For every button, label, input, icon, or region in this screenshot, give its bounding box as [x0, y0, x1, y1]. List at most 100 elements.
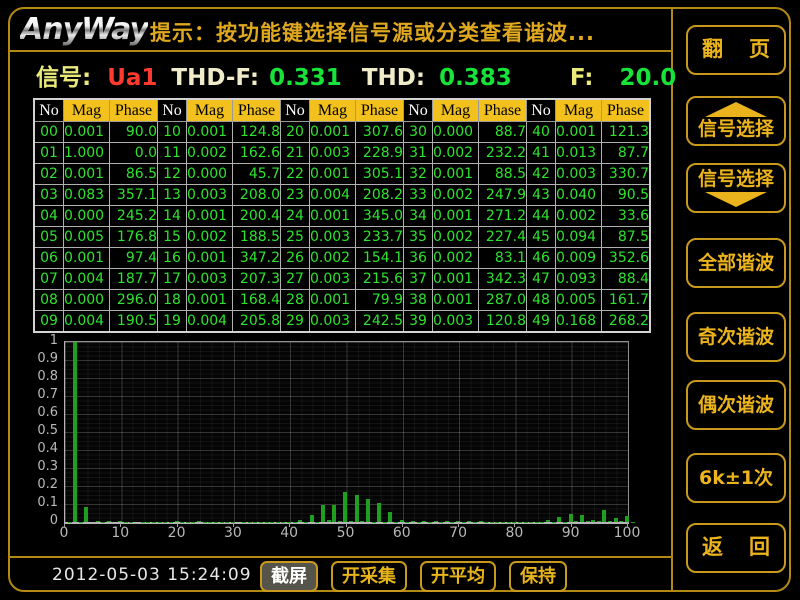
chart-bar [479, 521, 483, 522]
sidebar-button-signal-select-down[interactable]: 信号选择 [686, 163, 786, 213]
cell-phase: 97.4 [110, 248, 158, 269]
cell-mag: 0.001 [310, 122, 356, 143]
cell-mag: 0.013 [556, 143, 602, 164]
cell-mag: 0.094 [556, 227, 602, 248]
x-axis-tick-label: 90 [551, 525, 591, 541]
cell-phase: 90.0 [110, 122, 158, 143]
sidebar-button-even-harmonics[interactable]: 偶次谐波 [686, 380, 786, 430]
cell-harmonic-no: 39 [404, 311, 433, 333]
header-divider [9, 50, 672, 52]
cell-mag: 0.093 [556, 269, 602, 290]
button-label: 偶次谐波 [698, 395, 774, 416]
y-axis-tick-label: 0.1 [22, 495, 58, 510]
cell-mag: 0.001 [556, 122, 602, 143]
cell-harmonic-no: 09 [34, 311, 64, 333]
footer-button-start-capture[interactable]: 开采集 [331, 561, 407, 592]
chart-bar [586, 521, 590, 522]
cell-harmonic-no: 14 [158, 206, 187, 227]
cell-mag: 0.002 [556, 206, 602, 227]
cell-phase: 190.5 [110, 311, 158, 333]
y-axis-tick-label: 0.8 [22, 369, 58, 384]
cell-mag: 0.003 [187, 185, 233, 206]
cell-harmonic-no: 30 [404, 122, 433, 143]
cell-phase: 305.1 [356, 164, 404, 185]
x-axis-tick-mark [120, 523, 121, 527]
footer-button-screenshot[interactable]: 截屏 [260, 561, 318, 592]
cell-harmonic-no: 48 [527, 290, 556, 311]
cell-mag: 0.005 [64, 227, 110, 248]
col-header-phase: Phase [110, 99, 158, 122]
sidebar-button-all-harmonics[interactable]: 全部谐波 [686, 238, 786, 288]
x-axis-tick-label: 50 [326, 525, 366, 541]
button-label: 返 [702, 536, 723, 559]
cell-phase: 228.9 [356, 143, 404, 164]
chart-bar [557, 517, 561, 522]
cell-phase: 227.4 [479, 227, 527, 248]
x-axis-tick-label: 60 [382, 525, 422, 541]
thd-label: THD: [362, 65, 425, 91]
cell-mag: 0.002 [187, 143, 233, 164]
chart-bar [208, 522, 212, 523]
table-row: 050.005176.8150.002188.5250.003233.7350.… [34, 227, 650, 248]
cell-mag: 0.001 [310, 164, 356, 185]
cell-phase: 233.7 [356, 227, 404, 248]
table-row: 090.004190.5190.004205.8290.003242.5390.… [34, 311, 650, 333]
chart-bar [383, 522, 387, 523]
cell-mag: 1.000 [64, 143, 110, 164]
cell-harmonic-no: 27 [281, 269, 310, 290]
col-header-phase: Phase [479, 99, 527, 122]
cell-mag: 0.000 [64, 290, 110, 311]
chart-bar [608, 521, 612, 522]
footer-divider [9, 556, 672, 558]
sidebar-button-6k-plus-minus-1[interactable]: 6k±1次 [686, 453, 786, 503]
cell-mag: 0.005 [556, 290, 602, 311]
chart-bar [327, 520, 331, 522]
cell-phase: 162.6 [233, 143, 281, 164]
anyway-logo: AnyWay [20, 12, 148, 47]
cell-mag: 0.001 [310, 206, 356, 227]
thdf-label: THD-F: [171, 65, 259, 91]
chart-bar [619, 521, 623, 522]
sidebar-button-back[interactable]: 返回 [686, 523, 786, 573]
y-axis-tick-label: 0.5 [22, 423, 58, 438]
cell-phase: 296.0 [110, 290, 158, 311]
cell-harmonic-no: 21 [281, 143, 310, 164]
cell-phase: 168.4 [233, 290, 281, 311]
sidebar-divider [671, 8, 673, 591]
cell-mag: 0.003 [310, 311, 356, 333]
cell-harmonic-no: 49 [527, 311, 556, 333]
chart-bar [197, 521, 201, 522]
chart-bar [107, 521, 111, 522]
table-row: 040.000245.2140.001200.4240.001345.0340.… [34, 206, 650, 227]
sidebar-button-page-turn[interactable]: 翻页 [686, 25, 786, 75]
table-row: 000.00190.0100.001124.8200.001307.6300.0… [34, 122, 650, 143]
footer-button-start-average[interactable]: 开平均 [420, 561, 496, 592]
sidebar-button-signal-select-up[interactable]: 信号选择 [686, 96, 786, 146]
signal-summary-row: 信号: Ua1 THD-F: 0.331 THD: 0.383 F: 20.0 [36, 58, 676, 92]
cell-harmonic-no: 18 [158, 290, 187, 311]
x-axis-tick-mark [514, 523, 515, 527]
footer-button-hold[interactable]: 保持 [509, 561, 567, 592]
col-header-phase: Phase [233, 99, 281, 122]
cell-harmonic-no: 41 [527, 143, 556, 164]
cell-harmonic-no: 38 [404, 290, 433, 311]
chart-bar [304, 522, 308, 523]
chart-bar [552, 522, 556, 523]
cell-mag: 0.001 [433, 290, 479, 311]
cell-harmonic-no: 13 [158, 185, 187, 206]
chart-bar [490, 522, 494, 523]
chart-bar [377, 503, 381, 522]
cell-mag: 0.168 [556, 311, 602, 333]
sidebar-button-odd-harmonics[interactable]: 奇次谐波 [686, 312, 786, 362]
cell-phase: 45.7 [233, 164, 281, 185]
chart-bar [73, 342, 77, 522]
cell-phase: 345.0 [356, 206, 404, 227]
button-label: 全部谐波 [698, 253, 774, 274]
cell-mag: 0.001 [64, 164, 110, 185]
cell-harmonic-no: 01 [34, 143, 64, 164]
x-axis-tick-mark [289, 523, 290, 527]
cell-phase: 87.7 [602, 143, 651, 164]
cell-harmonic-no: 22 [281, 164, 310, 185]
button-label: 信号选择 [698, 119, 774, 140]
cell-mag: 0.001 [433, 269, 479, 290]
